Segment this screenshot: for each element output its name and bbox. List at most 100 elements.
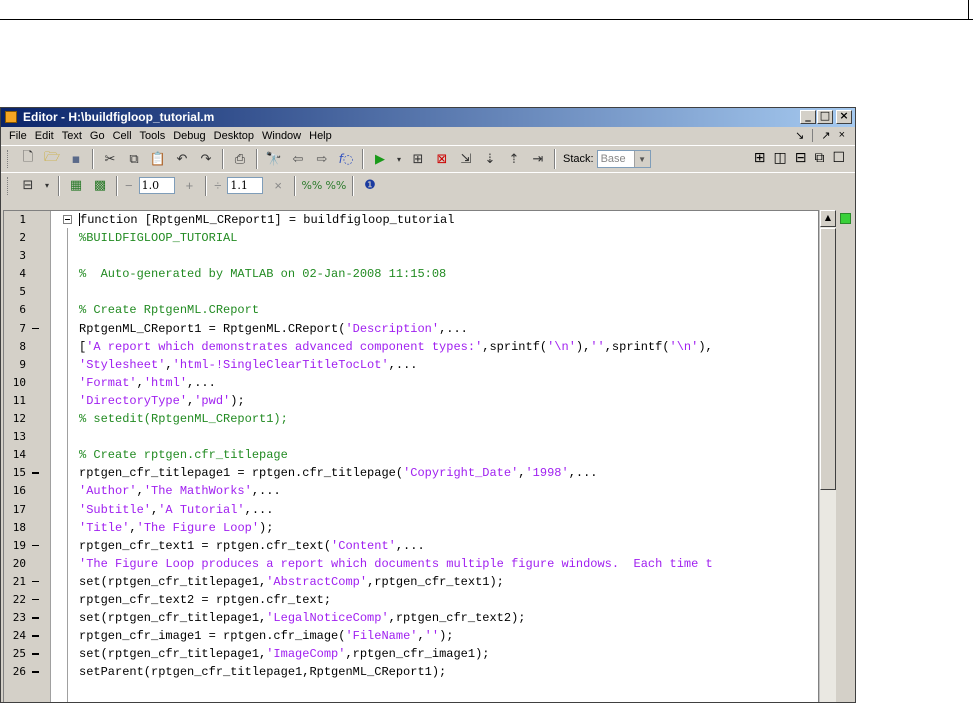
undock-icon[interactable]: ↗: [821, 129, 830, 142]
forward-icon[interactable]: ⇨: [313, 150, 331, 168]
executable-line-marker[interactable]: [32, 617, 39, 619]
save-icon[interactable]: ▪: [67, 150, 85, 168]
executable-line-marker[interactable]: [32, 327, 39, 330]
undo-icon[interactable]: ↶: [173, 150, 191, 168]
run-dropdown-icon[interactable]: ▾: [395, 150, 403, 168]
exit-debug-icon[interactable]: ⇥: [529, 150, 547, 168]
maximize-layout-icon[interactable]: ☐: [832, 150, 845, 166]
code-editor[interactable]: 1 2 3 4 5 6 7 8 9 10 11 12 13 14 15 16 17 18 19 20 21 22 23 24 2…: [3, 210, 819, 702]
cell-mode-icon[interactable]: ⊟: [19, 177, 37, 195]
close-button[interactable]: ×: [836, 109, 852, 124]
code-line[interactable]: rptgen_cfr_titlepage1 = rptgen.cfr_title…: [51, 464, 818, 482]
menu-debug[interactable]: Debug: [169, 130, 209, 142]
decrement-button[interactable]: −: [125, 178, 133, 193]
function-icon[interactable]: f◌: [337, 150, 355, 168]
menu-cell[interactable]: Cell: [109, 130, 136, 142]
code-line[interactable]: 'Subtitle','A Tutorial',...: [51, 501, 818, 519]
minimize-button[interactable]: _: [800, 109, 816, 124]
code-line[interactable]: rptgen_cfr_text2 = rptgen.cfr_text;: [51, 591, 818, 609]
code-line[interactable]: [51, 283, 818, 301]
redo-icon[interactable]: ↷: [197, 150, 215, 168]
title-bar[interactable]: Editor - H:\buildfigloop_tutorial.m _ □ …: [1, 108, 855, 127]
executable-line-marker[interactable]: [32, 580, 39, 583]
divide-button[interactable]: ÷: [214, 178, 221, 193]
menu-edit[interactable]: Edit: [31, 130, 58, 142]
code-line[interactable]: rptgen_cfr_text1 = rptgen.cfr_text('Cont…: [51, 537, 818, 555]
run-icon[interactable]: ▶: [371, 150, 389, 168]
increment-button[interactable]: +: [186, 178, 194, 193]
executable-line-marker[interactable]: [32, 472, 39, 474]
code-area[interactable]: function [RptgenML_CReport1] = buildfigl…: [51, 211, 818, 702]
split-vertical-icon[interactable]: ◫: [773, 150, 786, 166]
code-line[interactable]: set(rptgen_cfr_titlepage1,'ImageComp',rp…: [51, 645, 818, 663]
menu-desktop[interactable]: Desktop: [210, 130, 258, 142]
scale-value-field[interactable]: 1.1: [227, 177, 264, 194]
evaluate-cell-icon[interactable]: ▦: [67, 177, 85, 195]
print-icon[interactable]: ⎙: [231, 150, 249, 168]
paste-icon[interactable]: 📋: [149, 150, 167, 168]
code-line[interactable]: function [RptgenML_CReport1] = buildfigl…: [51, 211, 818, 229]
clear-breakpoints-icon[interactable]: ⊠: [433, 150, 451, 168]
executable-line-marker[interactable]: [32, 544, 39, 547]
copy-icon[interactable]: ⧉: [125, 150, 143, 168]
toolbar-grip[interactable]: [7, 176, 11, 195]
code-line[interactable]: set(rptgen_cfr_titlepage1,'AbstractComp'…: [51, 573, 818, 591]
remove-cell-divider-icon[interactable]: %%: [325, 177, 346, 195]
code-line[interactable]: 'Author','The MathWorks',...: [51, 482, 818, 500]
toolbar-grip[interactable]: [7, 150, 11, 168]
find-icon[interactable]: 🔭: [265, 150, 283, 168]
code-line[interactable]: 'Format','html',...: [51, 374, 818, 392]
menu-tools[interactable]: Tools: [136, 130, 170, 142]
tile-grid-icon[interactable]: ⊞: [754, 150, 766, 166]
step-in-icon[interactable]: ⇣: [481, 150, 499, 168]
help-info-icon[interactable]: ❶: [361, 177, 379, 195]
float-window-icon[interactable]: ⧉: [814, 150, 824, 166]
set-breakpoint-icon[interactable]: ⊞: [409, 150, 427, 168]
cut-icon[interactable]: ✂: [101, 150, 119, 168]
menu-window[interactable]: Window: [258, 130, 305, 142]
step-out-icon[interactable]: ⇡: [505, 150, 523, 168]
menu-help[interactable]: Help: [305, 130, 336, 142]
executable-line-marker[interactable]: [32, 671, 39, 673]
close-document-icon[interactable]: ×: [839, 129, 845, 142]
executable-line-marker[interactable]: [32, 598, 39, 601]
menu-go[interactable]: Go: [86, 130, 109, 142]
code-line[interactable]: % Create RptgenML.CReport: [51, 301, 818, 319]
stack-select[interactable]: Base ▼: [596, 150, 651, 168]
code-line[interactable]: setParent(rptgen_cfr_titlepage1,RptgenML…: [51, 663, 818, 681]
message-indicator-icon[interactable]: [840, 213, 851, 224]
code-line[interactable]: set(rptgen_cfr_titlepage1,'LegalNoticeCo…: [51, 609, 818, 627]
code-line[interactable]: 'The Figure Loop produces a report which…: [51, 555, 818, 573]
back-icon[interactable]: ⇦: [289, 150, 307, 168]
split-horizontal-icon[interactable]: ⊟: [795, 150, 807, 166]
code-line[interactable]: %BUILDFIGLOOP_TUTORIAL: [51, 229, 818, 247]
code-line[interactable]: 'Title','The Figure Loop');: [51, 519, 818, 537]
dock-icon[interactable]: ↘: [795, 129, 804, 142]
code-line[interactable]: % Auto-generated by MATLAB on 02-Jan-200…: [51, 265, 818, 283]
new-file-icon[interactable]: 🗋: [19, 150, 37, 168]
code-line[interactable]: RptgenML_CReport1 = RptgenML.CReport('De…: [51, 320, 818, 338]
evaluate-cell-advance-icon[interactable]: ▩: [91, 177, 109, 195]
menu-text[interactable]: Text: [58, 130, 86, 142]
insert-cell-divider-icon[interactable]: %%: [301, 177, 322, 195]
code-line[interactable]: rptgen_cfr_image1 = rptgen.cfr_image('Fi…: [51, 627, 818, 645]
step-icon[interactable]: ⇲: [457, 150, 475, 168]
cell-mode-dropdown-icon[interactable]: ▾: [43, 177, 51, 195]
vertical-scrollbar[interactable]: ▲: [819, 210, 836, 702]
increment-value-field[interactable]: 1.0: [138, 177, 175, 194]
multiply-button[interactable]: ×: [274, 178, 282, 193]
code-line[interactable]: ['A report which demonstrates advanced c…: [51, 338, 818, 356]
maximize-button[interactable]: □: [817, 109, 833, 124]
scroll-up-icon[interactable]: ▲: [820, 210, 836, 227]
code-line[interactable]: 'Stylesheet','html-!SingleClearTitleTocL…: [51, 356, 818, 374]
open-file-icon[interactable]: 🗁: [43, 150, 61, 168]
code-line[interactable]: [51, 247, 818, 265]
code-line[interactable]: [51, 428, 818, 446]
code-line[interactable]: % Create rptgen.cfr_titlepage: [51, 446, 818, 464]
code-line[interactable]: % setedit(RptgenML_CReport1);: [51, 410, 818, 428]
executable-line-marker[interactable]: [32, 635, 39, 637]
code-line[interactable]: 'DirectoryType','pwd');: [51, 392, 818, 410]
chevron-down-icon[interactable]: ▼: [633, 151, 650, 167]
executable-line-marker[interactable]: [32, 653, 39, 655]
scrollbar-thumb[interactable]: [820, 228, 836, 490]
